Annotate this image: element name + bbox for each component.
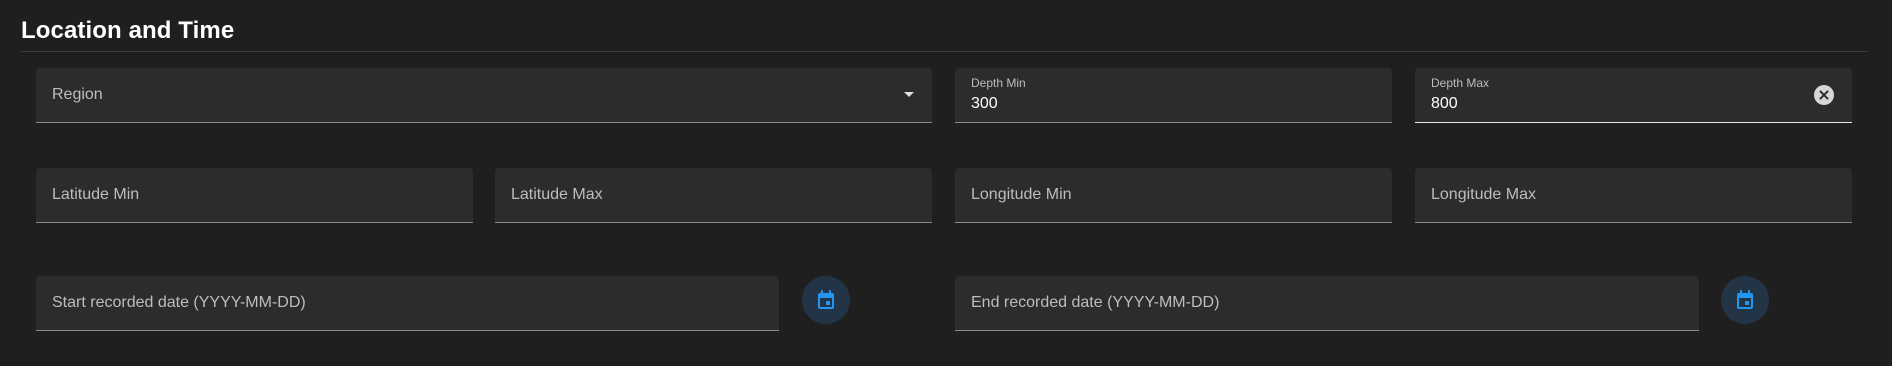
depth-min-label: Depth Min bbox=[971, 76, 1026, 90]
chevron-down-icon bbox=[904, 92, 914, 97]
section-title: Location and Time bbox=[21, 17, 235, 44]
end-date-input[interactable]: End recorded date (YYYY-MM-DD) bbox=[955, 276, 1699, 331]
latitude-max-label: Latitude Max bbox=[511, 186, 603, 203]
calendar-icon bbox=[818, 290, 834, 309]
latitude-min-label: Latitude Min bbox=[52, 186, 140, 203]
depth-min-value: 300 bbox=[971, 95, 998, 112]
depth-max-label: Depth Max bbox=[1431, 76, 1490, 90]
start-date-label: Start recorded date (YYYY-MM-DD) bbox=[52, 294, 306, 311]
start-date-input[interactable]: Start recorded date (YYYY-MM-DD) bbox=[36, 276, 779, 331]
depth-max-value: 800 bbox=[1431, 95, 1458, 112]
section-divider bbox=[21, 51, 1868, 52]
clear-icon[interactable] bbox=[1814, 85, 1834, 105]
region-select[interactable]: Region bbox=[36, 68, 932, 123]
longitude-min-label: Longitude Min bbox=[971, 186, 1072, 203]
depth-min-input[interactable]: Depth Min 300 bbox=[955, 68, 1392, 123]
start-date-calendar-button[interactable] bbox=[802, 276, 850, 324]
longitude-max-input[interactable]: Longitude Max bbox=[1415, 168, 1852, 223]
longitude-max-label: Longitude Max bbox=[1431, 186, 1536, 203]
latitude-min-input[interactable]: Latitude Min bbox=[36, 168, 473, 223]
end-date-calendar-button[interactable] bbox=[1721, 276, 1769, 324]
calendar-icon bbox=[1737, 290, 1753, 309]
location-and-time-section: Location and Time Region Depth Min 300 D… bbox=[0, 0, 1892, 366]
latitude-max-input[interactable]: Latitude Max bbox=[495, 168, 932, 223]
longitude-min-input[interactable]: Longitude Min bbox=[955, 168, 1392, 223]
depth-max-input[interactable]: Depth Max 800 bbox=[1415, 68, 1852, 123]
region-label: Region bbox=[52, 86, 103, 103]
end-date-label: End recorded date (YYYY-MM-DD) bbox=[971, 294, 1220, 311]
